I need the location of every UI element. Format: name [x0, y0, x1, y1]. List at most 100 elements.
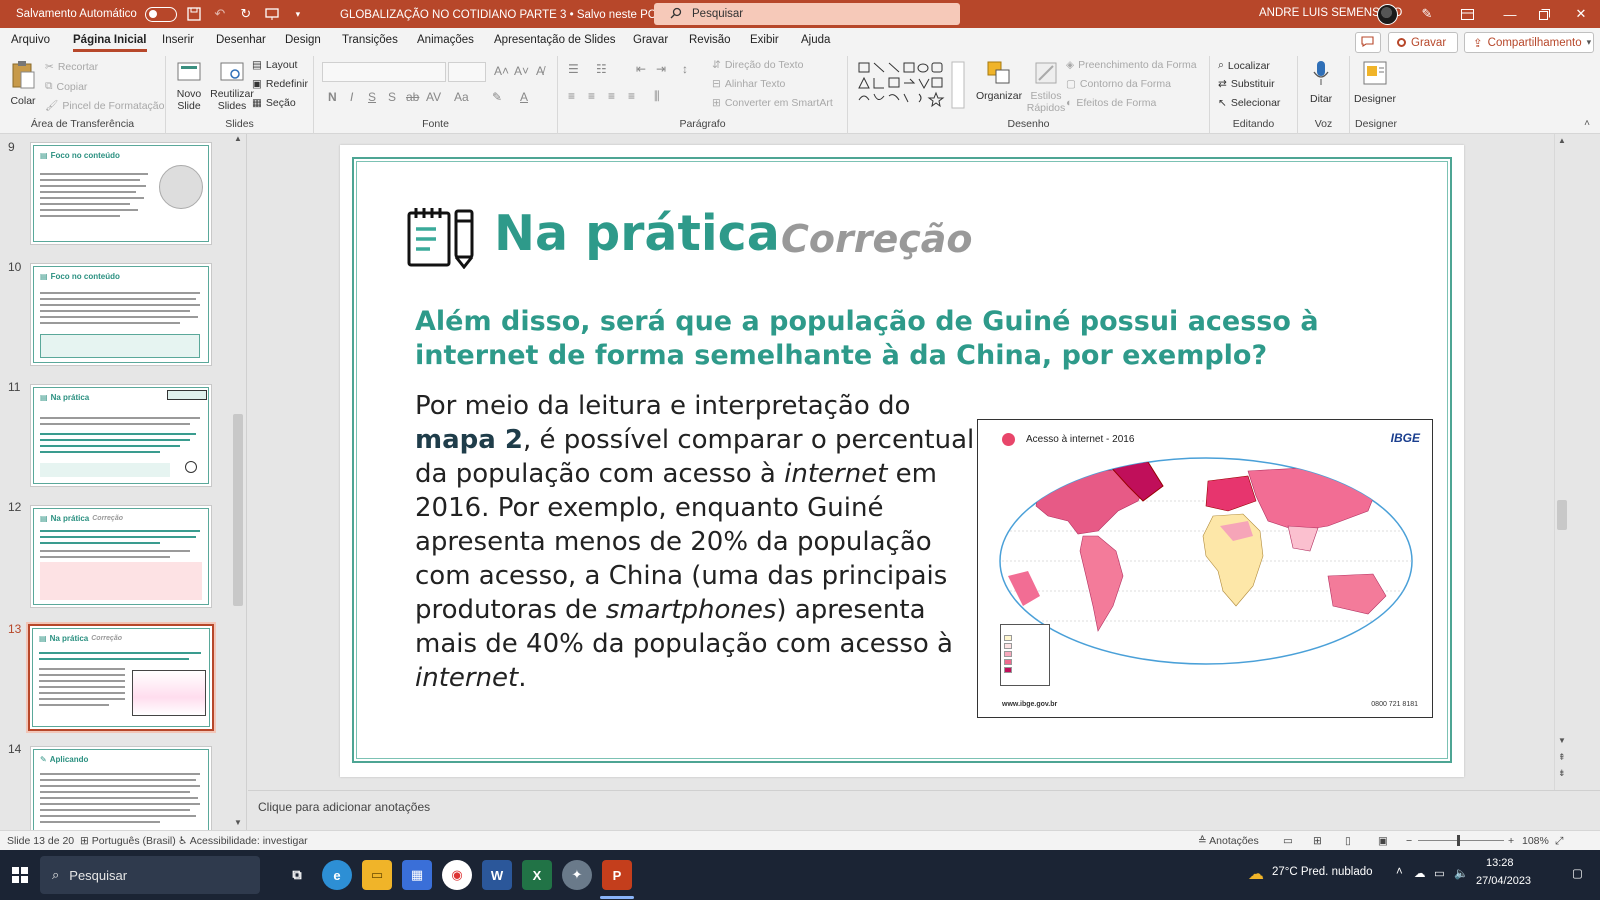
slide-thumbnail-11[interactable]: ▤ Na prática	[30, 384, 212, 487]
reuse-slides-button[interactable]: Reutilizar Slides	[210, 60, 254, 112]
increase-indent-icon[interactable]: ⇥	[656, 62, 666, 76]
designer-button[interactable]: Designer	[1354, 60, 1396, 105]
accessibility-status[interactable]: ♿ Acessibilidade: investigar	[178, 835, 308, 847]
bold-icon[interactable]: N	[328, 90, 337, 104]
clear-format-icon[interactable]: A̸	[536, 64, 544, 78]
close-icon[interactable]: ✕	[1572, 5, 1590, 23]
next-slide-icon[interactable]: ⇟	[1558, 768, 1566, 779]
windows-start-icon[interactable]	[12, 867, 28, 886]
align-left-icon[interactable]: ≡	[568, 89, 575, 103]
slide-body-text[interactable]: Por meio da leitura e interpretação do m…	[415, 389, 985, 695]
notes-toggle[interactable]: ≙ Anotações	[1198, 835, 1259, 847]
quick-styles-button[interactable]: Estilos Rápidos	[1026, 60, 1066, 114]
powerpoint-icon[interactable]: P	[602, 860, 632, 890]
find-button[interactable]: ⌕ Localizar	[1218, 59, 1270, 72]
align-text-button[interactable]: ⊟ Alinhar Texto	[712, 78, 785, 90]
tab-inserir[interactable]: Inserir	[162, 34, 194, 46]
zoom-out-icon[interactable]: −	[1406, 835, 1412, 847]
case-icon[interactable]: Aa	[454, 90, 469, 104]
strikethrough-icon[interactable]: ab	[406, 90, 419, 104]
shape-outline-button[interactable]: ▢ Contorno da Forma	[1066, 78, 1171, 90]
slide-thumbnail-9[interactable]: ▤ Foco no conteúdo	[30, 142, 212, 245]
network-icon[interactable]: ▭	[1434, 866, 1445, 880]
undo-icon[interactable]: ↶	[211, 5, 229, 23]
taskbar-search[interactable]: ⌕ Pesquisar	[40, 856, 260, 894]
redo-icon[interactable]: ↻	[237, 5, 255, 23]
slide-thumbnail-12[interactable]: ▤ Na prática Correção	[30, 505, 212, 608]
file-explorer-icon[interactable]: ▭	[362, 860, 392, 890]
align-center-icon[interactable]: ≡	[588, 89, 595, 103]
shadow-icon[interactable]: S	[388, 90, 396, 104]
onedrive-icon[interactable]: ☁	[1414, 866, 1426, 880]
italic-icon[interactable]: I	[350, 90, 353, 104]
tab-exibir[interactable]: Exibir	[750, 34, 779, 46]
slide-question[interactable]: Além disso, será que a população de Guin…	[415, 305, 1405, 373]
chrome-icon[interactable]: ◉	[442, 860, 472, 890]
format-painter-button[interactable]: 🖌 Pincel de Formatação	[45, 99, 164, 113]
scroll-down-icon[interactable]: ▼	[1558, 736, 1566, 745]
scroll-up-icon[interactable]: ▲	[1558, 136, 1566, 145]
zoom-slider-thumb[interactable]	[1457, 835, 1460, 846]
decrease-indent-icon[interactable]: ⇤	[636, 62, 646, 76]
underline-icon[interactable]: S	[368, 90, 376, 104]
slide-thumbnail-13[interactable]: ▤ Na prática Correção	[28, 624, 214, 731]
record-button[interactable]: Gravar	[1388, 32, 1458, 53]
tab-desenhar[interactable]: Desenhar	[216, 34, 266, 46]
app-icon[interactable]: ✦	[562, 860, 592, 890]
save-icon[interactable]	[185, 5, 203, 23]
font-name-select[interactable]	[322, 62, 446, 82]
ribbon-display-icon[interactable]	[1458, 5, 1476, 23]
document-title[interactable]: GLOBALIZAÇÃO NO COTIDIANO PARTE 3 • Salv…	[340, 7, 669, 21]
editor-scroll-thumb[interactable]	[1557, 500, 1567, 530]
slide-canvas[interactable]: Na prática Correção Além disso, será que…	[340, 145, 1464, 777]
tab-design[interactable]: Design	[285, 34, 321, 46]
decrease-font-icon[interactable]: A˅	[514, 64, 529, 78]
tab-revisao[interactable]: Revisão	[689, 34, 731, 46]
edge-icon[interactable]: e	[322, 860, 352, 890]
pen-icon[interactable]: ✎	[1418, 5, 1436, 23]
notes-pane[interactable]: Clique para adicionar anotações	[248, 790, 1600, 824]
avatar[interactable]	[1377, 4, 1398, 25]
shape-fill-button[interactable]: ◈ Preenchimento da Forma	[1066, 59, 1197, 71]
tab-gravar[interactable]: Gravar	[633, 34, 668, 46]
comments-button[interactable]	[1355, 32, 1381, 53]
bullets-icon[interactable]: ☰	[568, 62, 579, 76]
section-button[interactable]: ▦ Seção	[252, 97, 296, 109]
slide-thumbnail-10[interactable]: ▤ Foco no conteúdo	[30, 263, 212, 366]
shape-effects-button[interactable]: ◐ Efeitos de Forma	[1066, 97, 1156, 109]
clock-date[interactable]: 27/04/2023	[1476, 875, 1531, 887]
slide-subtitle[interactable]: Correção	[781, 217, 973, 261]
zoom-in-icon[interactable]: +	[1508, 835, 1514, 847]
slideshow-icon[interactable]: ▣	[1378, 835, 1388, 847]
task-view-icon[interactable]: ⧉	[282, 860, 312, 890]
highlight-icon[interactable]: ✎	[492, 90, 502, 104]
slide-sorter-icon[interactable]: ⊞	[1313, 835, 1322, 847]
editor-scrollbar[interactable]	[1554, 134, 1570, 790]
excel-icon[interactable]: X	[522, 860, 552, 890]
columns-icon[interactable]: ⫼	[654, 89, 660, 104]
collapse-ribbon-icon[interactable]: ˄	[1584, 118, 1590, 129]
paste-button[interactable]: Colar	[10, 60, 36, 107]
zoom-level[interactable]: 108%	[1522, 835, 1549, 847]
scroll-up-icon[interactable]: ▲	[234, 134, 242, 143]
present-icon[interactable]	[263, 5, 281, 23]
restore-icon[interactable]	[1535, 5, 1553, 23]
reading-view-icon[interactable]: ▯	[1345, 835, 1351, 847]
align-right-icon[interactable]: ≡	[608, 89, 615, 103]
font-color-icon[interactable]: A	[520, 90, 528, 104]
tab-ajuda[interactable]: Ajuda	[801, 34, 830, 46]
numbering-icon[interactable]: ☷	[596, 62, 607, 76]
replace-button[interactable]: ⇄ Substituir	[1218, 78, 1275, 90]
internet-access-map[interactable]: Acesso à internet - 2016 IBGE www.ibge.g…	[977, 419, 1433, 718]
tab-pagina-inicial[interactable]: Página Inicial	[73, 34, 147, 52]
store-icon[interactable]: ▦	[402, 860, 432, 890]
tab-transicoes[interactable]: Transições	[342, 34, 398, 46]
customize-toolbar-icon[interactable]: ▾	[289, 5, 307, 23]
clock-time[interactable]: 13:28	[1486, 857, 1514, 869]
volume-icon[interactable]: 🔈	[1454, 866, 1468, 880]
scroll-down-icon[interactable]: ▼	[234, 818, 242, 827]
tab-arquivo[interactable]: Arquivo	[11, 34, 50, 46]
justify-icon[interactable]: ≡	[628, 89, 635, 103]
new-slide-button[interactable]: Novo Slide	[172, 60, 206, 112]
cut-button[interactable]: ✂ Recortar	[45, 61, 98, 73]
